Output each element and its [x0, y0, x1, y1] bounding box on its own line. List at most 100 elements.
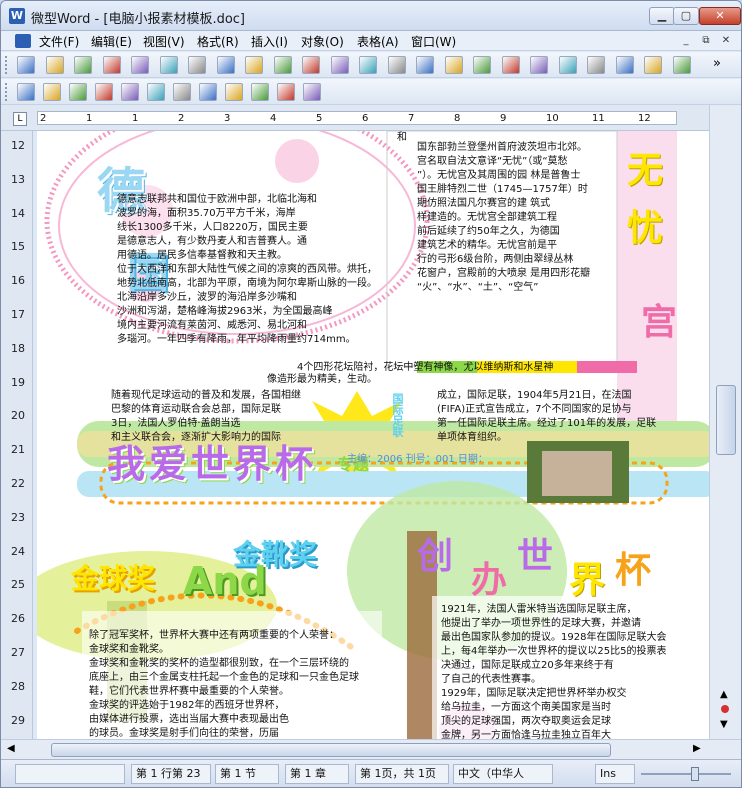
- history-line: 了自己的代表性赛事。: [441, 674, 541, 685]
- select-icon[interactable]: [95, 83, 113, 101]
- new-document-icon[interactable]: [17, 56, 35, 74]
- vertical-ruler-number: 27: [11, 646, 25, 659]
- status-section: 第 1 节: [215, 764, 279, 784]
- page-setup-icon[interactable]: [387, 56, 406, 74]
- document-page[interactable]: 德 国 无 忧 宫 德意志联邦共和国位于欧洲中部，北临北海和 波罗的海，面积35.…: [37, 131, 709, 739]
- spellcheck-icon[interactable]: [558, 56, 577, 74]
- chart-icon[interactable]: [587, 56, 605, 74]
- toolbar-grip[interactable]: [5, 56, 9, 74]
- doc-minimize-button[interactable]: _: [677, 33, 695, 49]
- vertical-ruler-number: 18: [11, 341, 25, 355]
- worldcup-banner: 我爱世界杯: [107, 442, 318, 486]
- menu-object[interactable]: 对象(O): [301, 33, 344, 50]
- erase-icon[interactable]: [69, 83, 87, 101]
- close-button[interactable]: ✕: [699, 7, 741, 25]
- menu-edit[interactable]: 编辑(E): [91, 33, 132, 50]
- scroll-right-button[interactable]: ▶: [693, 743, 701, 754]
- menu-format[interactable]: 格式(R): [197, 33, 239, 50]
- drawing-toolbar: [1, 79, 741, 105]
- vertical-ruler-number: 19: [11, 375, 25, 389]
- word-app-icon[interactable]: W: [9, 8, 25, 24]
- status-bar: 第 1 行第 23 第 1 节 第 1 章 第 1页，共 1页 中文（中华人 I…: [1, 759, 741, 787]
- find-icon[interactable]: [302, 56, 320, 74]
- percent-icon[interactable]: [473, 56, 491, 74]
- toolbar-grip[interactable]: [5, 83, 9, 101]
- wizard-icon[interactable]: [303, 83, 321, 101]
- vertical-ruler[interactable]: 12 13 14 15 16 17 18 19 20 21 22 23 24 25 26 27 28 29: [1, 131, 33, 739]
- star-icon[interactable]: [173, 83, 191, 101]
- font-icon[interactable]: [501, 56, 520, 74]
- germany-line: 地势北低南高，北部为平原，南境为阿尔卑斯山脉的一段。: [117, 278, 377, 289]
- horizontal-ruler[interactable]: 2 1 1 2 3 4 5 6 7 8 9 10 11 12: [37, 111, 677, 125]
- tab-selector[interactable]: L: [13, 112, 27, 126]
- vertical-ruler-number: 20: [11, 409, 25, 423]
- status-chapter: 第 1 章: [285, 764, 349, 784]
- page-number-icon[interactable]: [330, 56, 349, 74]
- browse-object-button[interactable]: [721, 705, 729, 713]
- zoom-icon[interactable]: [444, 56, 463, 74]
- status-position: 第 1 行第 23: [131, 764, 211, 784]
- menu-table[interactable]: 表格(A): [357, 33, 399, 50]
- save-icon[interactable]: [74, 56, 92, 74]
- doc-close-button[interactable]: ✕: [717, 33, 735, 49]
- horizontal-scroll-thumb[interactable]: [51, 743, 611, 757]
- palace-line: 行的弓形6级台阶，两侧由翠绿丛林: [417, 254, 574, 265]
- print-icon[interactable]: [102, 56, 121, 74]
- paste-icon[interactable]: [216, 56, 235, 74]
- open-folder-icon[interactable]: [45, 56, 64, 74]
- menu-window[interactable]: 窗口(W): [411, 33, 456, 50]
- copy-icon[interactable]: [188, 56, 206, 74]
- ruler-tick-label: 9: [500, 113, 507, 124]
- columns-icon[interactable]: [416, 56, 434, 74]
- cut-icon[interactable]: [159, 56, 178, 74]
- application-window: W 微型Word - [电脑小报素材模板.doc] ▁ ▢ ✕ 文件(F) 编辑…: [0, 0, 742, 788]
- table-icon[interactable]: [615, 56, 634, 74]
- maximize-button[interactable]: ▢: [673, 7, 699, 25]
- redo-icon[interactable]: [273, 56, 292, 74]
- status-insert-mode[interactable]: Ins: [595, 764, 635, 784]
- headline-gong: 宫: [641, 302, 678, 343]
- pen-icon[interactable]: [199, 83, 217, 101]
- toolbar-more-button[interactable]: »: [713, 56, 721, 71]
- doc-restore-button[interactable]: ⧉: [697, 33, 715, 49]
- note-icon[interactable]: [277, 83, 295, 101]
- palace-line: 国东部勃兰登堡州首府波茨坦市北郊。: [417, 142, 587, 153]
- history-line: 顶尖的足球强国，两次夺取奥运会足球: [441, 716, 611, 727]
- vertical-ruler-number: 15: [11, 240, 25, 254]
- next-page-button[interactable]: ▼: [720, 719, 728, 730]
- group-icon[interactable]: [147, 83, 165, 101]
- history-left-line: 巴黎的体育运动联合会总部，国际足联: [111, 404, 281, 415]
- print-preview-icon[interactable]: [131, 56, 149, 74]
- pencil-icon[interactable]: [225, 83, 243, 101]
- headline-wu: 无: [627, 150, 664, 191]
- ruler-tick-label: 1: [132, 113, 139, 124]
- text-box-icon[interactable]: [644, 56, 662, 74]
- previous-page-button[interactable]: ▲: [720, 689, 728, 700]
- format-painter-icon[interactable]: [530, 56, 548, 74]
- header-icon[interactable]: [359, 56, 377, 74]
- draw-shape-icon[interactable]: [17, 83, 35, 101]
- copy-shape-icon[interactable]: [121, 83, 139, 101]
- menu-bar: 文件(F) 编辑(E) 视图(V) 格式(R) 插入(I) 对象(O) 表格(A…: [1, 31, 741, 51]
- undo-icon[interactable]: [245, 56, 263, 74]
- vertical-ruler-number: 22: [11, 477, 25, 490]
- edit-shape-icon[interactable]: [43, 83, 61, 101]
- ruler-tick-label: 4: [270, 113, 277, 124]
- vertical-ruler-number: 23: [11, 510, 25, 524]
- vertical-scroll-thumb[interactable]: [716, 385, 736, 455]
- drawing-icon[interactable]: [672, 56, 691, 74]
- scroll-left-button[interactable]: ◀: [7, 743, 15, 754]
- palace-line: 建筑艺术的精华。无忧宫前是平: [417, 240, 557, 251]
- and-text: And: [183, 559, 267, 603]
- document-icon[interactable]: [15, 34, 31, 48]
- minimize-button[interactable]: ▁: [649, 7, 675, 25]
- zoom-slider-thumb[interactable]: [691, 767, 699, 781]
- menu-insert[interactable]: 插入(I): [251, 33, 288, 50]
- horizontal-scrollbar[interactable]: ◀ ▶: [1, 739, 741, 759]
- zoom-slider[interactable]: [641, 773, 731, 775]
- brush-icon[interactable]: [251, 83, 269, 101]
- history-left-line: 3日，法国人罗伯特·盖朗当选: [111, 418, 241, 429]
- menu-file[interactable]: 文件(F): [39, 33, 79, 50]
- vertical-scrollbar[interactable]: ▲ ▼: [709, 105, 741, 739]
- menu-view[interactable]: 视图(V): [143, 33, 185, 50]
